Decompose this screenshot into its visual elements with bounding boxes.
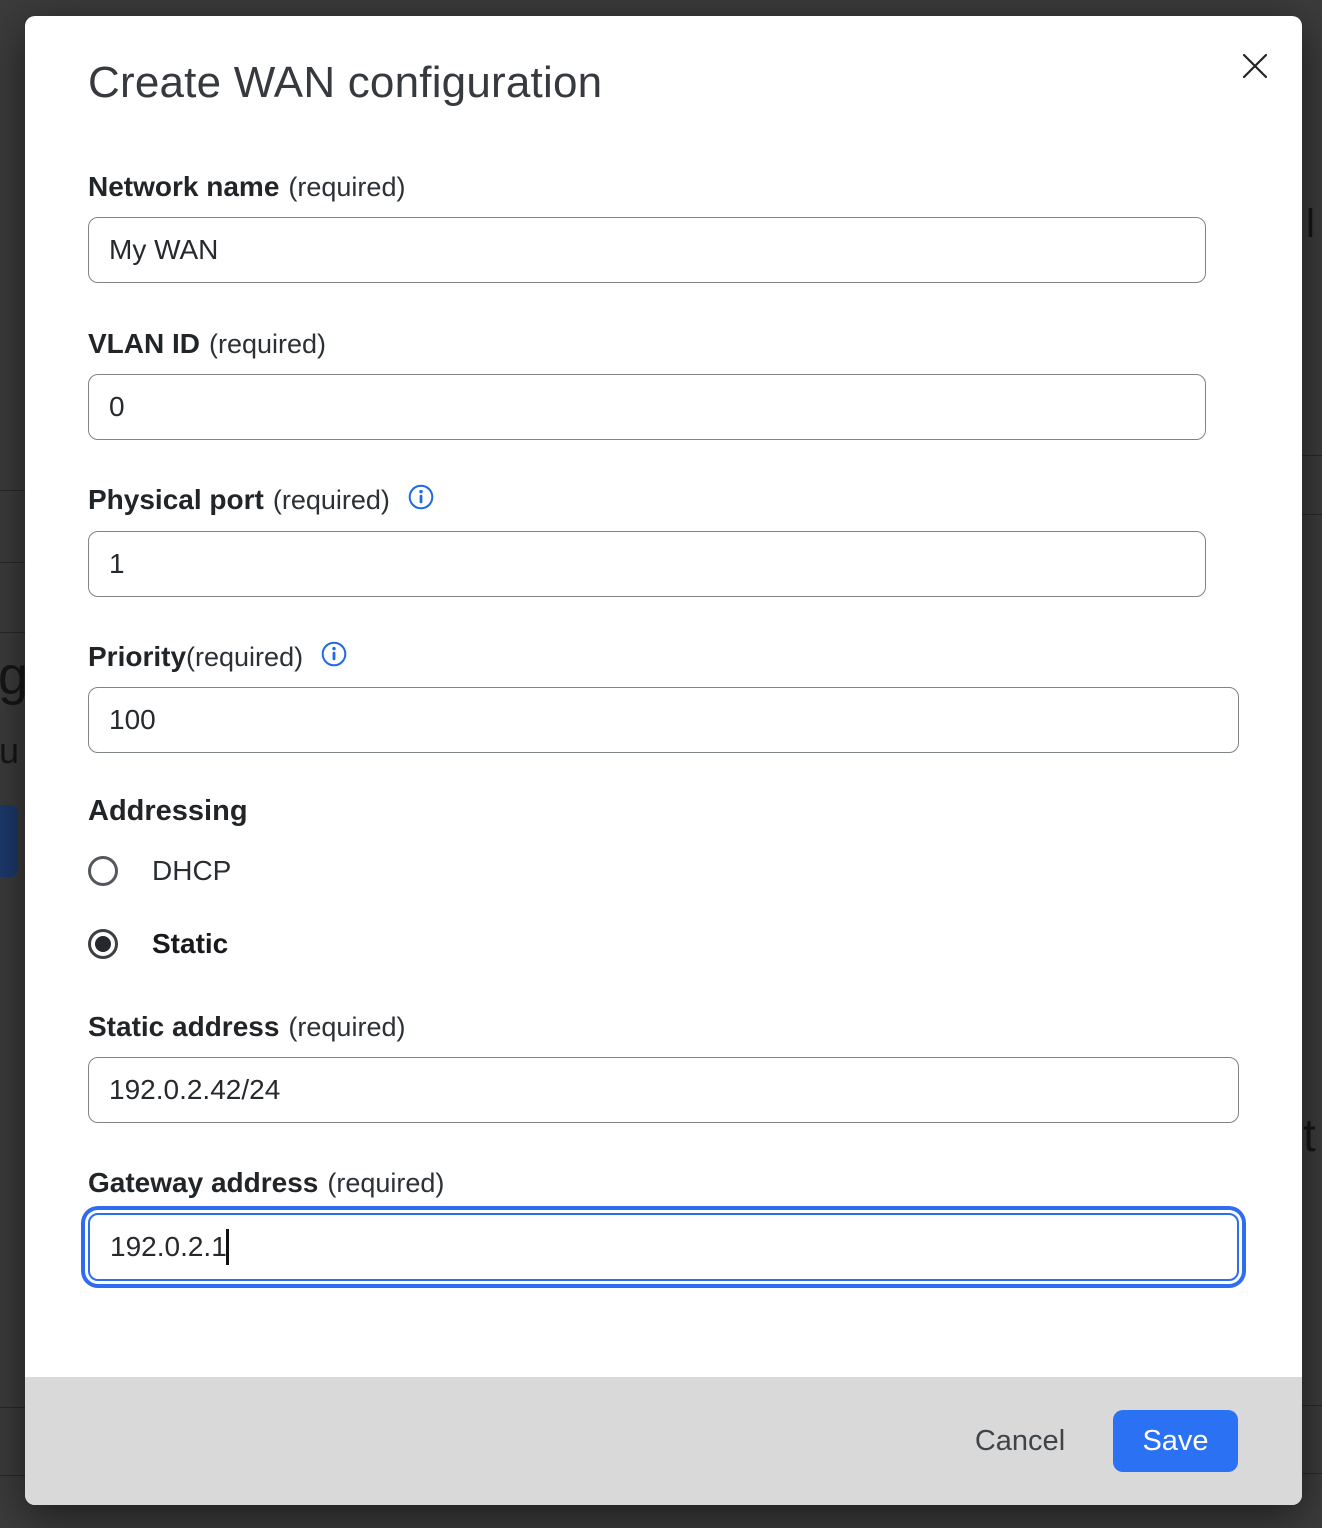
required-hint: (required) xyxy=(209,329,326,360)
required-hint: (required) xyxy=(288,1012,405,1043)
gateway-address-input-wrapper xyxy=(88,1213,1239,1281)
physical-port-input[interactable] xyxy=(88,531,1206,597)
background-blue-button xyxy=(0,805,18,877)
close-icon xyxy=(1241,52,1269,80)
vlan-id-label: VLAN ID (required) xyxy=(88,327,326,361)
radio-unselected-icon[interactable] xyxy=(88,856,118,886)
label-text: Physical port xyxy=(88,484,264,516)
gateway-address-input[interactable] xyxy=(88,1213,1239,1281)
background-table-line xyxy=(1302,1405,1322,1406)
vlan-id-input[interactable] xyxy=(88,374,1206,440)
label-text: Priority xyxy=(88,641,186,673)
addressing-radio-dhcp[interactable]: DHCP xyxy=(88,855,231,887)
background-table-line xyxy=(0,1475,25,1476)
info-icon[interactable] xyxy=(321,641,347,674)
background-text-fragment: g xyxy=(0,645,28,707)
background-table-line xyxy=(0,562,25,563)
required-hint: (required) xyxy=(327,1168,444,1199)
label-text: VLAN ID xyxy=(88,328,200,360)
cancel-button[interactable]: Cancel xyxy=(950,1410,1090,1472)
label-text: Network name xyxy=(88,171,279,203)
background-text-fragment: t xyxy=(1303,1108,1316,1162)
background-table-line xyxy=(1302,455,1322,456)
text-cursor xyxy=(226,1229,229,1265)
required-hint: (required) xyxy=(186,642,303,673)
background-table-line xyxy=(1302,1473,1322,1474)
background-table-line xyxy=(1302,514,1322,515)
dialog-title: Create WAN configuration xyxy=(88,58,602,108)
background-text-fragment: l xyxy=(1306,202,1315,247)
info-icon[interactable] xyxy=(408,484,434,517)
radio-label: Static xyxy=(152,928,228,960)
dialog-footer: Cancel Save xyxy=(25,1377,1302,1505)
addressing-radio-static[interactable]: Static xyxy=(88,928,228,960)
static-address-label: Static address (required) xyxy=(88,1010,405,1044)
background-table-line xyxy=(0,632,25,633)
static-address-input[interactable] xyxy=(88,1057,1239,1123)
network-name-input[interactable] xyxy=(88,217,1206,283)
network-name-label: Network name (required) xyxy=(88,170,405,204)
required-hint: (required) xyxy=(273,485,390,516)
background-table-line xyxy=(0,490,25,491)
background-text-fragment: u xyxy=(0,730,19,772)
close-button[interactable] xyxy=(1231,42,1279,90)
priority-label: Priority (required) xyxy=(88,640,347,674)
radio-selected-icon[interactable] xyxy=(88,929,118,959)
label-text: Gateway address xyxy=(88,1167,318,1199)
addressing-heading: Addressing xyxy=(88,795,248,828)
required-hint: (required) xyxy=(288,172,405,203)
background-table-line xyxy=(0,1407,25,1408)
priority-input[interactable] xyxy=(88,687,1239,753)
create-wan-configuration-dialog: Create WAN configuration Network name (r… xyxy=(25,16,1302,1505)
gateway-address-label: Gateway address (required) xyxy=(88,1166,444,1200)
physical-port-label: Physical port (required) xyxy=(88,483,434,517)
save-button[interactable]: Save xyxy=(1113,1410,1238,1472)
radio-label: DHCP xyxy=(152,855,231,887)
label-text: Static address xyxy=(88,1011,279,1043)
